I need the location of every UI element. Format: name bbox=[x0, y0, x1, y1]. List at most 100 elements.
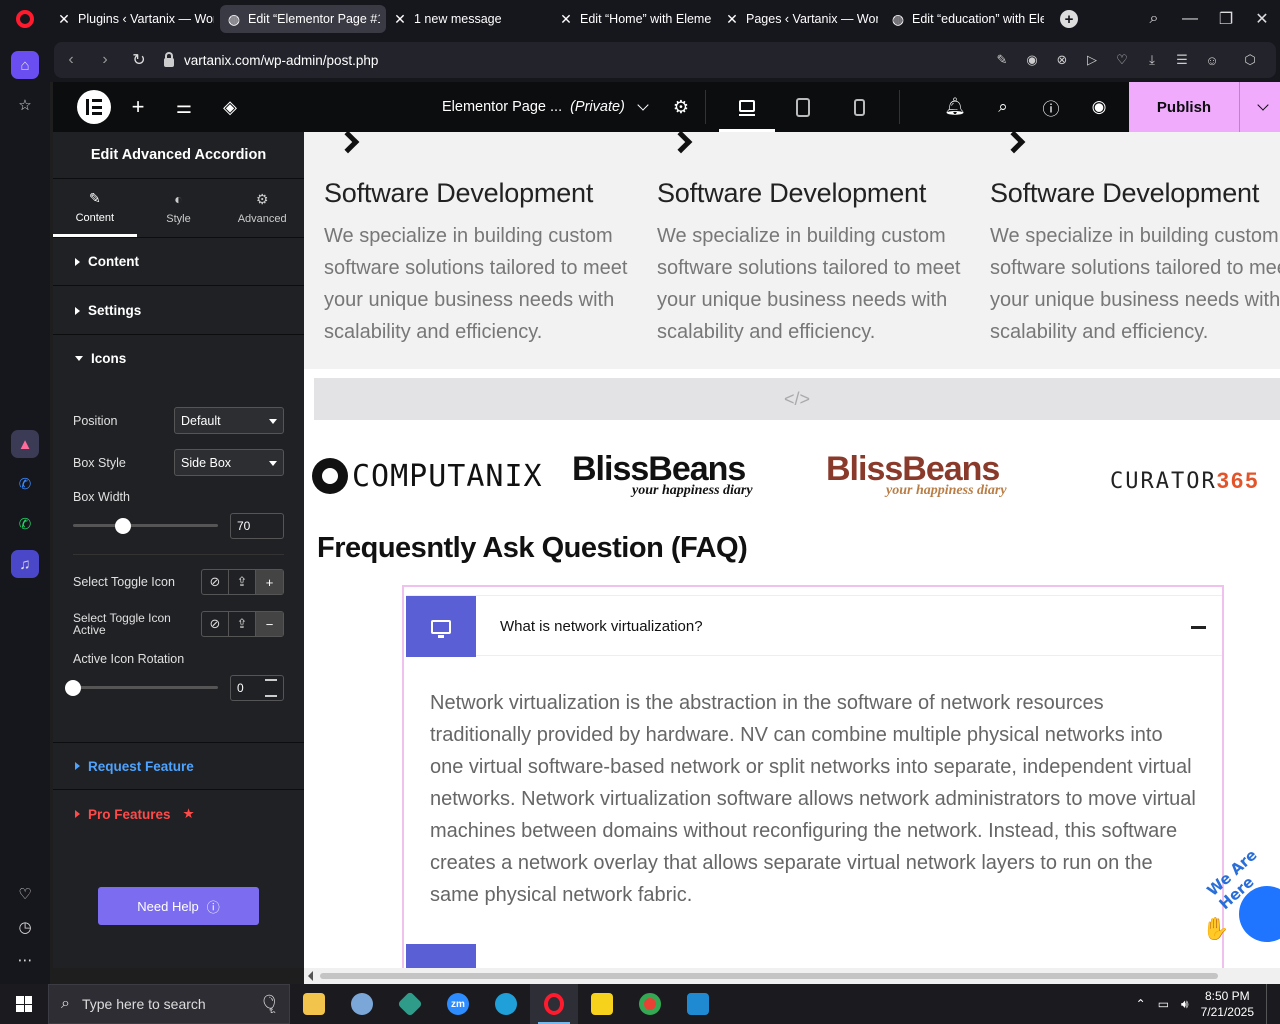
messenger-icon[interactable]: ✆ bbox=[11, 470, 39, 498]
search-icon[interactable]: ⌕ bbox=[979, 82, 1027, 132]
edit-icon[interactable]: ✎ bbox=[992, 50, 1012, 70]
tablet-view-button[interactable] bbox=[775, 82, 831, 132]
url-field[interactable]: vartanix.com/wp-admin/post.php bbox=[164, 51, 378, 68]
settings-sliders-icon[interactable]: ⚌ bbox=[161, 82, 207, 132]
advanced-accordion-widget[interactable]: What is network virtualization? Network … bbox=[402, 585, 1224, 968]
box-width-input[interactable]: 70 bbox=[230, 513, 284, 539]
chevron-up-icon[interactable]: ⌃ bbox=[1136, 997, 1146, 1011]
rotation-slider[interactable] bbox=[73, 686, 218, 689]
accordion-next-item-icon[interactable] bbox=[406, 944, 476, 968]
new-tab-button[interactable]: + bbox=[1060, 10, 1078, 28]
chat-widget-button[interactable] bbox=[1239, 886, 1280, 942]
whatsapp-icon[interactable]: ✆ bbox=[11, 510, 39, 538]
plus-icon[interactable]: + bbox=[256, 570, 283, 594]
rotation-slider-thumb[interactable] bbox=[65, 680, 81, 696]
star-icon[interactable]: ☆ bbox=[11, 91, 39, 119]
minus-icon[interactable]: − bbox=[256, 612, 283, 636]
position-select[interactable]: Default bbox=[174, 407, 284, 434]
upload-icon[interactable]: ⇪ bbox=[229, 612, 256, 636]
tab-new-message[interactable]: ✕ 1 new message bbox=[386, 5, 552, 33]
help-icon[interactable]: ⓘ bbox=[1027, 82, 1075, 132]
logo-blissbeans: BlissBeans your happiness diary bbox=[572, 450, 753, 498]
taskbar-search[interactable]: ⌕ Type here to search 🎈︎ bbox=[48, 984, 290, 1024]
tab-style[interactable]: ◐ Style bbox=[137, 179, 221, 237]
none-icon[interactable]: ⊘ bbox=[202, 570, 229, 594]
elementor-logo-icon[interactable] bbox=[77, 90, 111, 124]
history-icon[interactable]: ◷ bbox=[11, 913, 39, 941]
taskbar-vscode[interactable] bbox=[674, 984, 722, 1024]
tab-edit-elementor-page[interactable]: ◍ Edit “Elementor Page #10 bbox=[220, 5, 386, 33]
box-width-slider-thumb[interactable] bbox=[115, 518, 131, 534]
forward-icon[interactable]: › bbox=[88, 42, 122, 78]
box-style-select[interactable]: Side Box bbox=[174, 449, 284, 476]
taskbar-edge[interactable] bbox=[482, 984, 530, 1024]
send-icon[interactable]: ▷ bbox=[1082, 50, 1102, 70]
scrollbar-thumb[interactable] bbox=[320, 973, 1218, 979]
section-pro-features[interactable]: Pro Features ★ bbox=[53, 790, 304, 838]
back-icon[interactable]: ‹ bbox=[54, 42, 88, 78]
clock[interactable]: 8:50 PM 7/21/2025 bbox=[1201, 988, 1254, 1020]
tab-pages[interactable]: ✕ Pages ‹ Vartanix — WordP bbox=[718, 5, 884, 33]
start-button[interactable] bbox=[0, 984, 48, 1024]
need-help-button[interactable]: Need Help ⓘ bbox=[98, 887, 259, 925]
page-settings-gear-icon[interactable]: ⚙ bbox=[673, 97, 689, 118]
adblock-icon[interactable]: ⊗ bbox=[1052, 50, 1072, 70]
tab-plugins[interactable]: ✕ Plugins ‹ Vartanix — Word bbox=[50, 5, 220, 33]
taskbar-opera[interactable] bbox=[530, 984, 578, 1024]
download-icon[interactable]: ⤓ bbox=[1142, 50, 1162, 70]
taskbar-paint[interactable] bbox=[338, 984, 386, 1024]
search-tabs-icon[interactable]: ⌕ bbox=[1136, 0, 1172, 38]
section-icons[interactable]: Icons bbox=[53, 335, 304, 381]
preview-eye-icon[interactable]: ◉ bbox=[1075, 82, 1123, 132]
notifications-icon[interactable]: 🔔︎ bbox=[931, 82, 979, 132]
taskbar-file-explorer[interactable] bbox=[290, 984, 338, 1024]
tab-content[interactable]: ✎ Content bbox=[53, 179, 137, 237]
reload-icon[interactable]: ↻ bbox=[122, 42, 156, 78]
rotation-input[interactable]: 0 bbox=[230, 675, 284, 701]
heart-icon[interactable]: ♡ bbox=[11, 880, 39, 908]
extensions-icon[interactable]: ⬡ bbox=[1232, 50, 1268, 70]
caret-down-icon bbox=[75, 355, 83, 361]
menu-icon[interactable]: ☰ bbox=[1172, 50, 1192, 70]
music-icon[interactable]: ♫ bbox=[11, 550, 39, 578]
close-icon[interactable]: ✕ bbox=[1244, 0, 1280, 38]
network-icon[interactable]: ▭ bbox=[1158, 997, 1169, 1011]
scroll-left-icon[interactable] bbox=[308, 971, 313, 981]
camera-icon[interactable]: ◉ bbox=[1022, 50, 1042, 70]
show-desktop-button[interactable] bbox=[1266, 984, 1270, 1024]
taskbar-chrome[interactable] bbox=[626, 984, 674, 1024]
tab-edit-education[interactable]: ◍ Edit “education” with Elen bbox=[884, 5, 1050, 33]
home-icon[interactable]: ⌂ bbox=[11, 51, 39, 79]
windows-icon bbox=[16, 996, 32, 1012]
horizontal-scrollbar[interactable] bbox=[304, 968, 1280, 984]
favorite-icon[interactable]: ♡ bbox=[1112, 50, 1132, 70]
profile-icon[interactable]: ☺ bbox=[1202, 50, 1222, 70]
maximize-icon[interactable]: ❐ bbox=[1208, 0, 1244, 38]
page-title[interactable]: Elementor Page ... (Private) ⚙ bbox=[442, 82, 689, 132]
mobile-view-button[interactable] bbox=[831, 82, 887, 132]
html-widget-placeholder[interactable]: </> bbox=[314, 378, 1280, 420]
tab-advanced[interactable]: ⚙ Advanced bbox=[220, 179, 304, 237]
taskbar-zoom[interactable]: zm bbox=[434, 984, 482, 1024]
desktop-view-button[interactable] bbox=[719, 82, 775, 132]
minus-icon[interactable] bbox=[1191, 626, 1206, 629]
publish-button[interactable]: Publish bbox=[1129, 82, 1239, 132]
add-element-icon[interactable]: + bbox=[115, 82, 161, 132]
taskbar-sticky-notes[interactable] bbox=[578, 984, 626, 1024]
aria-icon[interactable]: ▲ bbox=[11, 430, 39, 458]
volume-icon[interactable]: 🔊︎ bbox=[1181, 997, 1189, 1012]
upload-icon[interactable]: ⇪ bbox=[229, 570, 256, 594]
more-icon[interactable]: ⋯ bbox=[11, 946, 39, 974]
taskbar-app-diamond[interactable] bbox=[386, 984, 434, 1024]
section-content[interactable]: Content bbox=[53, 238, 304, 286]
accordion-item-header[interactable]: What is network virtualization? bbox=[406, 595, 1222, 657]
publish-options-button[interactable] bbox=[1239, 82, 1280, 132]
minimize-icon[interactable]: — bbox=[1172, 0, 1208, 38]
none-icon[interactable]: ⊘ bbox=[202, 612, 229, 636]
layers-icon[interactable]: ◈ bbox=[207, 82, 253, 132]
box-width-slider[interactable] bbox=[73, 524, 218, 527]
section-settings[interactable]: Settings bbox=[53, 287, 304, 335]
section-request-feature[interactable]: Request Feature bbox=[53, 742, 304, 790]
opera-logo[interactable] bbox=[0, 0, 50, 38]
tab-edit-home[interactable]: ✕ Edit “Home” with Element bbox=[552, 5, 718, 33]
